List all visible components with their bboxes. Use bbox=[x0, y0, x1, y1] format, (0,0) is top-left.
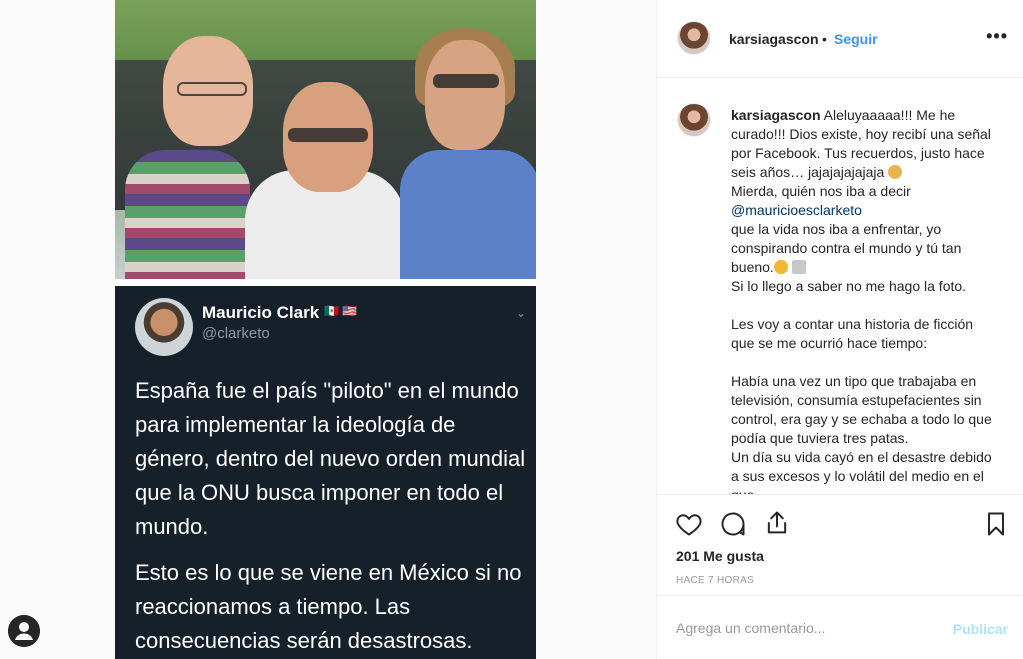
caption-text-1b: Mierda, quién nos iba a decir bbox=[731, 183, 911, 199]
caption-paragraph-3: Había una vez un tipo que trabajaba en t… bbox=[731, 373, 992, 495]
add-comment-bar: Publicar bbox=[657, 597, 1023, 659]
post-username[interactable]: karsiagascon bbox=[729, 31, 819, 47]
photo-person-3-sunglasses bbox=[433, 74, 499, 88]
comment-input[interactable] bbox=[676, 617, 946, 639]
photo-person-1-body bbox=[125, 150, 250, 279]
caption-paragraph-1: karsiagascon Aleluyaaaaa!!! Me he curado… bbox=[731, 106, 999, 296]
tweet-handle: @clarketo bbox=[202, 325, 270, 342]
tweet-paragraph-2: Esto es lo que se viene en México si no … bbox=[135, 560, 522, 653]
comments-section[interactable]: karsiagascon Aleluyaaaaa!!! Me he curado… bbox=[657, 79, 1023, 495]
post-actions: 201 Me gusta HACE 7 HORAS bbox=[657, 496, 1023, 596]
chevron-down-icon: ⌄ bbox=[515, 306, 526, 320]
post-media: Mauricio Clark 🇲🇽 🇺🇸 @clarketo ⌄ España … bbox=[115, 0, 536, 659]
follow-button[interactable]: Seguir bbox=[834, 31, 878, 47]
shrug-emoji-icon bbox=[888, 165, 903, 179]
tweet-author-name: Mauricio Clark bbox=[202, 303, 320, 322]
publish-button[interactable]: Publicar bbox=[953, 621, 1008, 637]
tweet-avatar bbox=[135, 298, 193, 356]
caption-avatar[interactable] bbox=[677, 103, 711, 137]
post-header: karsiagascon • Seguir ••• bbox=[657, 0, 1023, 78]
heart-icon[interactable] bbox=[675, 510, 703, 538]
post-panel: karsiagascon • Seguir ••• karsiagascon A… bbox=[656, 0, 1023, 659]
comment-icon[interactable] bbox=[719, 510, 747, 538]
likes-count[interactable]: 201 Me gusta bbox=[676, 548, 764, 564]
caption-paragraph-2: Les voy a contar una historia de ficción… bbox=[731, 316, 974, 351]
photo-person-3-body bbox=[400, 150, 536, 279]
post-timestamp[interactable]: HACE 7 HORAS bbox=[676, 575, 754, 586]
caption-text-1c: que la vida nos iba a enfrentar, yo cons… bbox=[731, 221, 962, 275]
tweet-card: Mauricio Clark 🇲🇽 🇺🇸 @clarketo ⌄ España … bbox=[115, 286, 536, 659]
tweet-flags: 🇲🇽 🇺🇸 bbox=[324, 304, 358, 318]
laughing-emoji-icon bbox=[773, 260, 788, 274]
caption-text-1d: Si lo llego a saber no me hago la foto. bbox=[731, 278, 967, 294]
bookmark-icon[interactable] bbox=[982, 510, 1010, 538]
tweet-text: España fue el país "piloto" en el mundo … bbox=[135, 374, 530, 659]
separator-dot: • bbox=[822, 31, 827, 47]
photo-person-2-sunglasses bbox=[288, 128, 368, 142]
caption-username[interactable]: karsiagascon bbox=[731, 107, 821, 123]
more-options-icon[interactable]: ••• bbox=[986, 26, 1008, 47]
post-photo bbox=[115, 0, 536, 279]
user-icon[interactable] bbox=[8, 615, 40, 647]
swords-emoji-icon bbox=[791, 260, 806, 274]
post-caption: karsiagascon Aleluyaaaaa!!! Me he curado… bbox=[731, 106, 999, 495]
avatar[interactable] bbox=[677, 21, 711, 55]
tweet-paragraph-1: España fue el país "piloto" en el mundo … bbox=[135, 378, 526, 539]
share-icon[interactable] bbox=[763, 509, 791, 537]
caption-mention-link[interactable]: @mauricioesclarketo bbox=[731, 202, 862, 218]
photo-person-1-glasses bbox=[177, 82, 247, 96]
photo-person-3-head bbox=[425, 40, 505, 150]
